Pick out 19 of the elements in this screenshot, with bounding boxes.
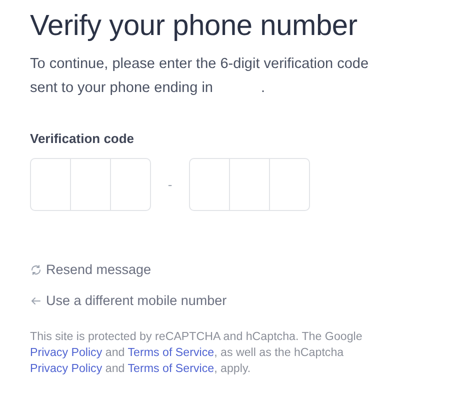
legal-link[interactable]: Terms of Service (128, 362, 214, 375)
legal-link[interactable]: Terms of Service (128, 346, 214, 359)
refresh-icon (30, 264, 42, 276)
legal-text: This site is protected by reCAPTCHA and hCaptcha. The Google Privacy Policy and Terms of Service, as well as the hCaptcha Privacy Policy and Terms of Service, apply. (30, 329, 364, 377)
resend-link[interactable]: Resend message (30, 261, 152, 278)
legal-link[interactable]: Privacy Policy (30, 346, 102, 359)
change-number-link[interactable]: Use a different mobile number (30, 292, 227, 309)
digit-field[interactable] (30, 158, 71, 211)
digit-field[interactable] (229, 158, 270, 211)
digit-field[interactable] (189, 158, 230, 211)
digit-field[interactable] (269, 158, 310, 211)
page-title: Verify your phone number (30, 9, 358, 44)
separator: - (166, 176, 174, 194)
digit-field[interactable] (110, 158, 151, 211)
arrow-left-icon (30, 294, 42, 306)
legal-link[interactable]: Privacy Policy (30, 362, 102, 375)
instructions-text: To continue, please enter the 6-digit verification code sent to your phone ending in . (30, 55, 370, 98)
field-label: Verification code (30, 130, 134, 148)
digit-field[interactable] (70, 158, 111, 211)
